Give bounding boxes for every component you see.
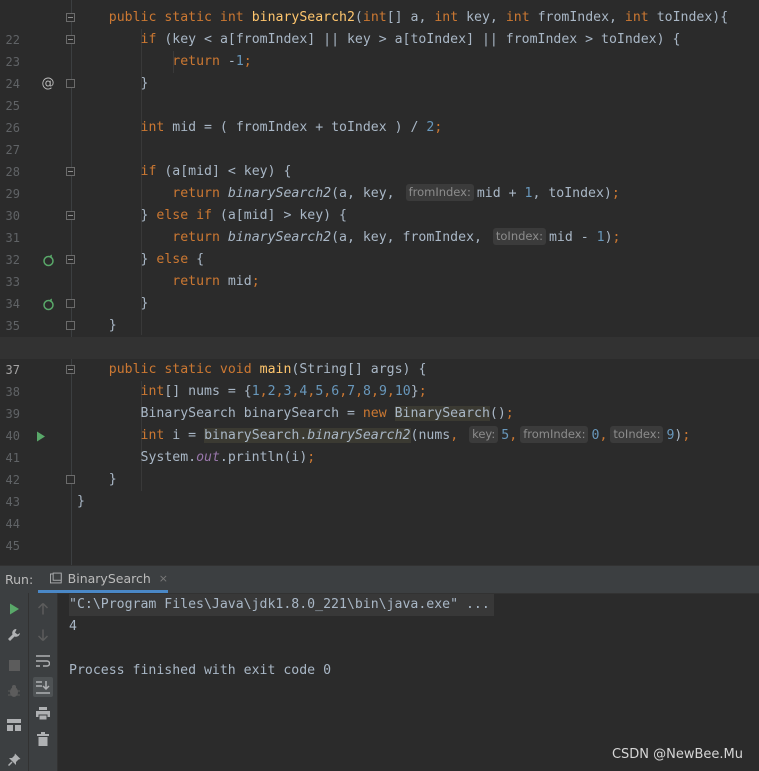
close-icon[interactable]: ×: [159, 572, 168, 585]
code-text: return mid;: [172, 274, 260, 289]
fold-end-icon[interactable]: [66, 321, 75, 330]
code-line-44[interactable]: 44 }: [0, 491, 759, 531]
fold-icon[interactable]: [66, 365, 75, 374]
fold-icon[interactable]: [66, 255, 75, 264]
code-line-37[interactable]: 37: [0, 337, 759, 377]
code-line-43[interactable]: 43 }: [0, 469, 759, 509]
soft-wrap-icon[interactable]: [33, 651, 53, 671]
code-line-42[interactable]: 42 System.out.println(i);: [0, 447, 759, 487]
code-text: } else {: [77, 252, 205, 267]
scroll-to-end-icon[interactable]: [33, 677, 53, 697]
code-text: int i = binarySearch.binarySearch2(nums,…: [140, 426, 691, 443]
trash-icon[interactable]: [33, 729, 53, 749]
console-exit-line: Process finished with exit code 0: [69, 663, 332, 678]
code-text: if (a[mid] < key) {: [140, 164, 292, 179]
param-hint: fromIndex:: [520, 426, 589, 443]
code-text: return -1;: [172, 54, 252, 69]
run-toolbar-secondary: [29, 593, 58, 771]
code-text: }: [77, 318, 117, 333]
code-text: return binarySearch2(a, key, fromIndex, …: [172, 228, 621, 245]
code-line-25[interactable]: 25 }: [0, 73, 759, 113]
fold-end-icon[interactable]: [66, 475, 75, 484]
run-tab-binarysearch[interactable]: BinarySearch ×: [38, 566, 168, 593]
code-line-31[interactable]: 31 } else if (a[mid] > key) {: [0, 205, 759, 245]
code-text: }: [77, 472, 117, 487]
fold-icon[interactable]: [66, 13, 75, 22]
code-editor[interactable]: 22 @ public static int binarySearch2(int…: [0, 0, 759, 565]
code-line-38[interactable]: 38 public static void main(String[] args…: [0, 359, 759, 441]
code-text: return binarySearch2(a, key, fromIndex: m…: [172, 184, 620, 201]
code-text: int[] nums = {1,2,3,4,5,6,7,8,9,10};: [140, 384, 427, 399]
console-output-line: 4: [69, 619, 77, 634]
run-toolbar-primary: [0, 593, 29, 771]
code-text: BinarySearch binarySearch = new BinarySe…: [77, 406, 514, 421]
code-text: public static int binarySearch2(int[] a,…: [108, 10, 729, 25]
fold-end-icon[interactable]: [66, 299, 75, 308]
wrench-icon[interactable]: [4, 625, 24, 645]
run-label: Run:: [5, 572, 34, 587]
console-output[interactable]: "C:\Program Files\Java\jdk1.8.0_221\bin\…: [60, 593, 759, 771]
param-hint: toIndex:: [610, 426, 664, 443]
code-line-29[interactable]: 29 if (a[mid] < key) {: [0, 161, 759, 201]
code-line-36[interactable]: 36 }: [0, 315, 759, 355]
code-text: }: [77, 494, 85, 509]
code-text: } else if (a[mid] > key) {: [77, 208, 347, 223]
run-tool-window: Run: BinarySearch × "C:\Program Files\Ja…: [0, 565, 759, 771]
layout-icon[interactable]: [4, 715, 24, 735]
watermark: CSDN @NewBee.Mu: [611, 747, 743, 762]
code-line-35[interactable]: 35 }: [0, 293, 759, 333]
fold-icon[interactable]: [66, 167, 75, 176]
fold-icon[interactable]: [66, 211, 75, 220]
rerun-icon[interactable]: [4, 599, 24, 619]
fold-icon[interactable]: [66, 35, 75, 44]
code-line-22[interactable]: 22 @ public static int binarySearch2(int…: [0, 7, 759, 91]
code-line-40[interactable]: 40 BinarySearch binarySearch = new Binar…: [0, 403, 759, 443]
code-text: System.out.println(i);: [77, 450, 316, 465]
param-hint: key:: [469, 426, 499, 443]
code-line-26[interactable]: 26: [0, 95, 759, 135]
console-command-line[interactable]: "C:\Program Files\Java\jdk1.8.0_221\bin\…: [69, 594, 494, 616]
run-tab-label: BinarySearch: [67, 570, 151, 586]
code-line-32[interactable]: 32 return binarySearch2(a, key, fromInde…: [0, 227, 759, 310]
param-hint: fromIndex:: [405, 184, 474, 201]
fold-end-icon[interactable]: [66, 79, 75, 88]
code-text: public static void main(String[] args) {: [108, 362, 427, 377]
param-hint: toIndex:: [492, 228, 546, 245]
pin-icon[interactable]: [4, 749, 24, 769]
debug-bug-icon[interactable]: [4, 681, 24, 701]
code-text: }: [77, 296, 149, 311]
print-icon[interactable]: [33, 703, 53, 723]
run-header: Run: BinarySearch ×: [0, 565, 759, 594]
code-text: }: [77, 76, 149, 91]
code-line-24[interactable]: 24 return -1;: [0, 51, 759, 91]
code-text: int mid = ( fromIndex + toIndex ) / 2;: [140, 120, 443, 135]
stop-icon[interactable]: [4, 655, 24, 675]
code-line-39[interactable]: 39 int[] nums = {1,2,3,4,5,6,7,8,9,10};: [0, 381, 759, 421]
code-line-28[interactable]: 28: [0, 139, 759, 179]
code-line-45[interactable]: 45: [0, 513, 759, 553]
code-line-33[interactable]: 33 } else {: [0, 249, 759, 289]
code-line-27[interactable]: 27 int mid = ( fromIndex + toIndex ) / 2…: [0, 117, 759, 157]
arrow-down-icon[interactable]: [33, 625, 53, 645]
code-line-41[interactable]: 41 int i = binarySearch.binarySearch2(nu…: [0, 425, 759, 465]
code-line-30[interactable]: 30 return binarySearch2(a, key, fromInde…: [0, 183, 759, 266]
code-text: if (key < a[fromIndex] || key > a[toInde…: [140, 32, 681, 47]
code-line-34[interactable]: 34 return mid;: [0, 271, 759, 311]
code-line-23[interactable]: 23 if (key < a[fromIndex] || key > a[toI…: [0, 29, 759, 69]
run-config-icon: [50, 572, 62, 584]
line-number: 45: [5, 539, 20, 553]
arrow-up-icon[interactable]: [33, 599, 53, 619]
